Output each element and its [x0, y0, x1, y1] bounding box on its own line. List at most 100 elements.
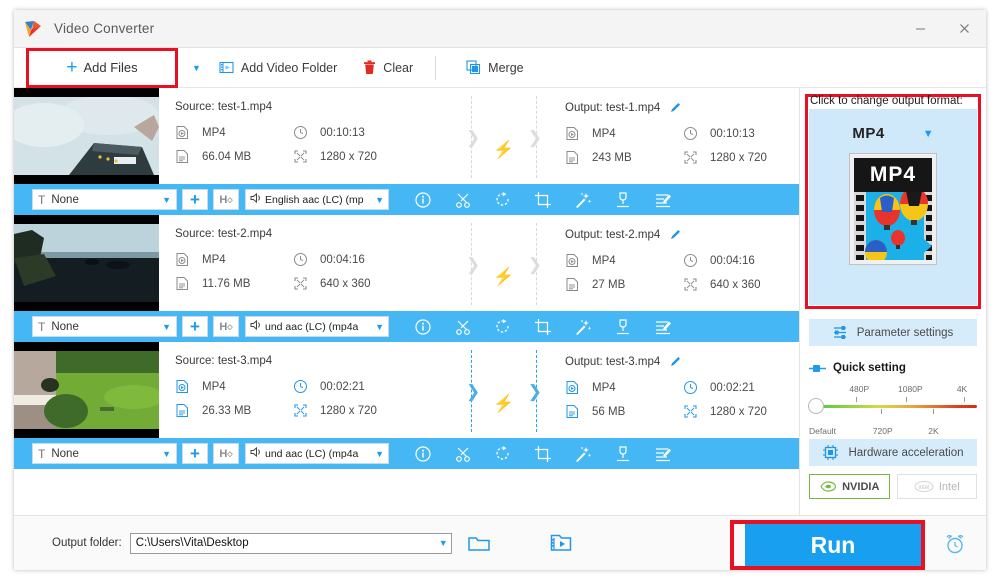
effect-icon[interactable] [563, 313, 603, 341]
lightning-icon: ⚡ [493, 267, 515, 286]
cut-icon[interactable] [443, 186, 483, 214]
file-action-bar: T None ▼ + H ◇ English aac (LC) (mp ▼ [14, 184, 799, 215]
hardware-acceleration-button[interactable]: Hardware acceleration [809, 439, 977, 466]
parameter-settings-button[interactable]: Parameter settings [809, 319, 977, 346]
resolution-icon [683, 150, 702, 165]
chevron-right-icon: ❯ [466, 128, 481, 147]
chip-icon [822, 444, 839, 461]
audio-track-select[interactable]: und aac (LC) (mp4a ▼ [245, 443, 389, 464]
effect-icon[interactable] [563, 440, 603, 468]
quick-setting-header: Quick setting [809, 362, 977, 374]
subtitle-edit-icon[interactable] [643, 313, 683, 341]
subtitle-select[interactable]: T None ▼ [32, 443, 177, 464]
add-files-button[interactable]: + Add Files [26, 47, 178, 88]
run-button[interactable]: Run [745, 524, 921, 566]
resolution-icon [683, 277, 702, 292]
crop-icon[interactable] [523, 440, 563, 468]
browse-folder-button[interactable] [467, 534, 490, 552]
hdr-button[interactable]: H ◇ [213, 316, 239, 337]
source-info: Source: test-1.mp4 MP4 00:10:13 66.04 MB… [175, 88, 465, 184]
info-icon[interactable] [403, 440, 443, 468]
output-format-name: MP4 [852, 125, 885, 142]
edit-pencil-icon[interactable] [669, 355, 682, 368]
clear-button[interactable]: Clear [363, 60, 413, 75]
subtitle-value: None [51, 193, 79, 206]
clock-icon [293, 125, 312, 140]
rotate-icon[interactable] [483, 440, 523, 468]
add-files-dropdown-caret[interactable]: ▼ [192, 63, 201, 73]
source-resolution: 1280 x 720 [293, 403, 465, 418]
video-thumbnail[interactable] [14, 215, 159, 311]
rotate-icon[interactable] [483, 313, 523, 341]
resolution-icon [683, 404, 702, 419]
info-icon[interactable] [403, 313, 443, 341]
hardware-acceleration-label: Hardware acceleration [848, 446, 964, 459]
cut-icon[interactable] [443, 440, 483, 468]
output-format-selector[interactable]: Click to change output format: MP4 ▼ MP4 [805, 94, 981, 309]
audio-track-select[interactable]: English aac (LC) (mp ▼ [245, 189, 389, 210]
source-info: Source: test-2.mp4 MP4 00:04:16 11.76 MB… [175, 215, 465, 311]
video-thumbnail[interactable] [14, 88, 159, 184]
watermark-icon[interactable] [603, 186, 643, 214]
gpu-nvidia-button[interactable]: NVIDIA [809, 474, 890, 499]
video-thumbnail[interactable] [14, 342, 159, 438]
minimize-button[interactable] [898, 10, 942, 47]
window-controls [898, 10, 986, 47]
clock-icon [683, 380, 702, 395]
quality-slider[interactable]: 480P 1080P 4K Default 720P 2K [808, 384, 977, 436]
edit-pencil-icon[interactable] [669, 101, 682, 114]
app-logo-icon [22, 18, 44, 40]
crop-icon[interactable] [523, 313, 563, 341]
nvidia-icon [819, 480, 837, 493]
folder-video-icon [219, 60, 234, 75]
speaker-icon [250, 446, 264, 461]
source-format: MP4 [175, 379, 293, 394]
clear-label: Clear [383, 60, 414, 75]
hdr-button[interactable]: H ◇ [213, 443, 239, 464]
effect-icon[interactable] [563, 186, 603, 214]
open-output-folder-button[interactable] [550, 533, 572, 553]
add-subtitle-button[interactable]: + [182, 316, 208, 337]
watermark-icon[interactable] [603, 440, 643, 468]
cut-icon[interactable] [443, 313, 483, 341]
file-item[interactable]: Source: test-1.mp4 MP4 00:10:13 66.04 MB… [14, 88, 799, 215]
file-size-icon [175, 403, 194, 418]
intel-icon: intel [914, 480, 934, 493]
file-list[interactable]: Source: test-1.mp4 MP4 00:10:13 66.04 MB… [14, 88, 800, 515]
output-format: MP4 [565, 380, 683, 395]
audio-track-select[interactable]: und aac (LC) (mp4a ▼ [245, 316, 389, 337]
output-info: Output: test-3.mp4 MP4 00:02:21 56 MB 12… [543, 342, 799, 438]
output-format-value: MP4 [592, 127, 616, 140]
merge-button[interactable]: Merge [466, 60, 524, 75]
output-folder-input[interactable]: C:\Users\Vita\Desktop ▼ [129, 532, 452, 554]
add-video-folder-button[interactable]: Add Video Folder [219, 60, 337, 75]
chevron-down-icon[interactable]: ▼ [439, 538, 448, 548]
crop-icon[interactable] [523, 186, 563, 214]
add-subtitle-button[interactable]: + [182, 443, 208, 464]
schedule-alarm-button[interactable] [944, 533, 966, 555]
chevron-down-icon[interactable]: ▼ [923, 128, 934, 140]
rotate-icon[interactable] [483, 186, 523, 214]
subtitle-edit-icon[interactable] [643, 440, 683, 468]
quality-label-720p: 720P [872, 426, 893, 436]
info-icon[interactable] [403, 186, 443, 214]
trash-icon [363, 60, 376, 75]
subtitle-select[interactable]: T None ▼ [32, 316, 177, 337]
edit-pencil-icon[interactable] [669, 228, 682, 241]
row-tools [403, 313, 683, 341]
gpu-intel-button[interactable]: intel Intel [896, 474, 977, 499]
quality-slider-handle[interactable] [808, 398, 824, 414]
source-duration-value: 00:02:21 [320, 380, 365, 393]
file-video-icon [175, 125, 194, 140]
subtitle-select[interactable]: T None ▼ [32, 189, 177, 210]
watermark-icon[interactable] [603, 313, 643, 341]
add-subtitle-button[interactable]: + [182, 189, 208, 210]
output-duration: 00:02:21 [683, 380, 799, 395]
subtitle-edit-icon[interactable] [643, 186, 683, 214]
main-toolbar: + Add Files ▼ Add Video Folder Clear Mer… [14, 47, 986, 88]
hdr-button[interactable]: H ◇ [213, 189, 239, 210]
file-item[interactable]: Source: test-3.mp4 MP4 00:02:21 26.33 MB… [14, 342, 799, 469]
file-item[interactable]: Source: test-2.mp4 MP4 00:04:16 11.76 MB… [14, 215, 799, 342]
close-button[interactable] [942, 10, 986, 47]
file-video-icon [175, 252, 194, 267]
